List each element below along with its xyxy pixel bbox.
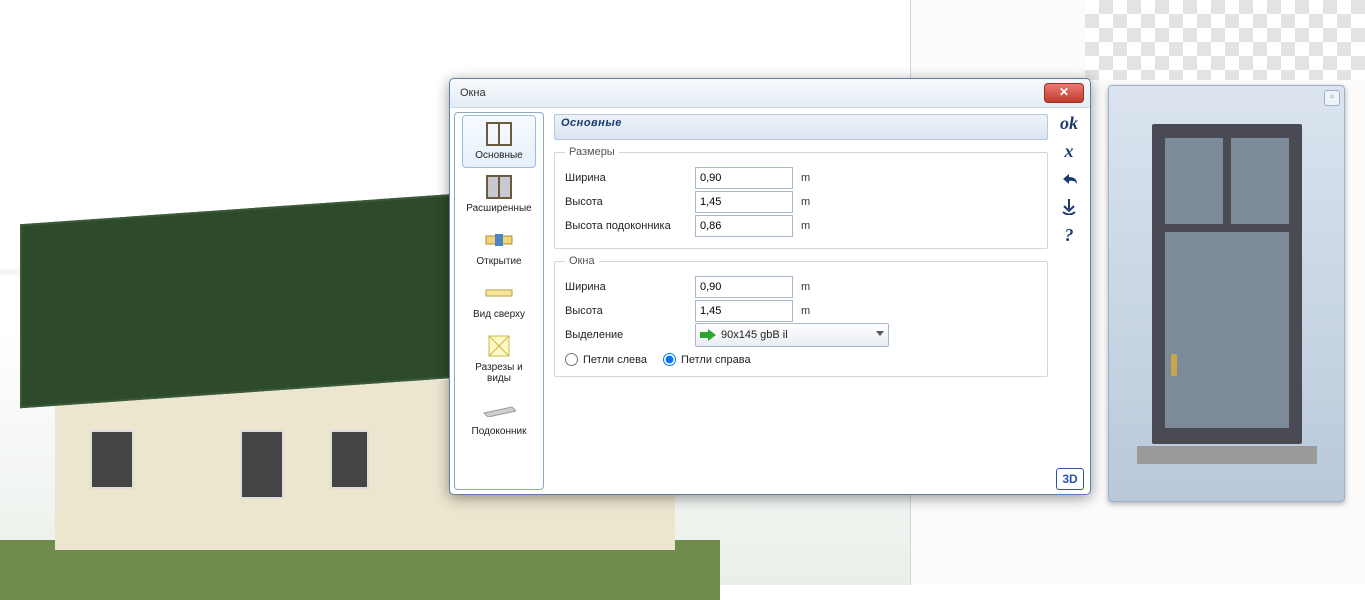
win-width-label: Ширина <box>565 281 695 293</box>
height-input[interactable] <box>695 191 793 213</box>
sidebar-item-opening[interactable]: Открытие <box>462 221 536 274</box>
save-button[interactable] <box>1055 196 1083 218</box>
unit-label: m <box>801 305 825 317</box>
selection-label: Выделение <box>565 329 695 341</box>
revert-button[interactable] <box>1055 168 1083 190</box>
sidebar-item-sections[interactable]: Разрезы и виды <box>462 327 536 391</box>
hinge-right-radio[interactable]: Петли справа <box>663 353 751 366</box>
sidebar-item-extended[interactable]: Расширенные <box>462 168 536 221</box>
sill-height-label: Высота подоконника <box>565 220 695 232</box>
sill-icon <box>482 396 516 424</box>
opening-icon <box>482 226 516 254</box>
window-properties-dialog: Окна ✕ Основные Расширенные О <box>449 78 1091 495</box>
cancel-button[interactable]: x <box>1055 140 1083 162</box>
selection-value: 90x145 gbB il <box>721 329 788 341</box>
win-width-input[interactable] <box>695 276 793 298</box>
group-window: Окна Ширина m Высота m Выделение 90x145 … <box>554 255 1048 377</box>
width-label: Ширина <box>565 172 695 184</box>
section-icon <box>482 332 516 360</box>
sidebar-item-label: Основные <box>463 150 535 161</box>
window-preview-svg <box>1137 114 1317 474</box>
window-detail-icon <box>482 173 516 201</box>
sidebar-item-label: Разрезы и виды <box>463 362 535 384</box>
hinge-left-label: Петли слева <box>583 354 647 366</box>
category-sidebar: Основные Расширенные Открытие Вид сверху <box>454 112 544 490</box>
arrow-right-icon <box>700 329 716 341</box>
help-button[interactable]: ? <box>1055 224 1083 246</box>
hinge-right-label: Петли справа <box>681 354 751 366</box>
sidebar-item-topview[interactable]: Вид сверху <box>462 274 536 327</box>
content-panel: Основные Размеры Ширина m Высота m Высот… <box>548 108 1090 494</box>
ok-button[interactable]: ok <box>1055 112 1083 134</box>
preview-panel: ▫ <box>1108 85 1345 502</box>
hinge-left-radio[interactable]: Петли слева <box>565 353 647 366</box>
height-label: Высота <box>565 196 695 208</box>
win-height-label: Высота <box>565 305 695 317</box>
view-3d-toggle[interactable]: 3D <box>1056 468 1084 490</box>
unit-label: m <box>801 172 825 184</box>
width-input[interactable] <box>695 167 793 189</box>
chevron-down-icon <box>876 331 884 336</box>
sidebar-item-label: Вид сверху <box>463 309 535 320</box>
sidebar-item-label: Открытие <box>463 256 535 267</box>
unit-label: m <box>801 220 825 232</box>
win-height-input[interactable] <box>695 300 793 322</box>
sidebar-item-sill[interactable]: Подоконник <box>462 391 536 444</box>
group-sizes: Размеры Ширина m Высота m Высота подокон… <box>554 146 1048 249</box>
sidebar-item-label: Расширенные <box>463 203 535 214</box>
undo-icon <box>1059 172 1079 186</box>
dialog-title: Окна <box>460 87 486 99</box>
unit-label: m <box>801 196 825 208</box>
topview-icon <box>482 279 516 307</box>
dialog-titlebar[interactable]: Окна ✕ <box>450 79 1090 108</box>
window-icon <box>482 120 516 148</box>
sill-height-input[interactable] <box>695 215 793 237</box>
group-sizes-legend: Размеры <box>565 146 619 158</box>
selection-combo[interactable]: 90x145 gbB il <box>695 323 889 347</box>
sidebar-item-basic[interactable]: Основные <box>462 115 536 168</box>
close-icon[interactable]: ✕ <box>1044 83 1084 103</box>
unit-label: m <box>801 281 825 293</box>
group-window-legend: Окна <box>565 255 599 267</box>
preview-close-icon[interactable]: ▫ <box>1324 90 1340 106</box>
anchor-icon <box>1061 199 1077 215</box>
sidebar-item-label: Подоконник <box>463 426 535 437</box>
content-header: Основные <box>554 114 1048 140</box>
action-column: ok x ? <box>1052 112 1086 246</box>
